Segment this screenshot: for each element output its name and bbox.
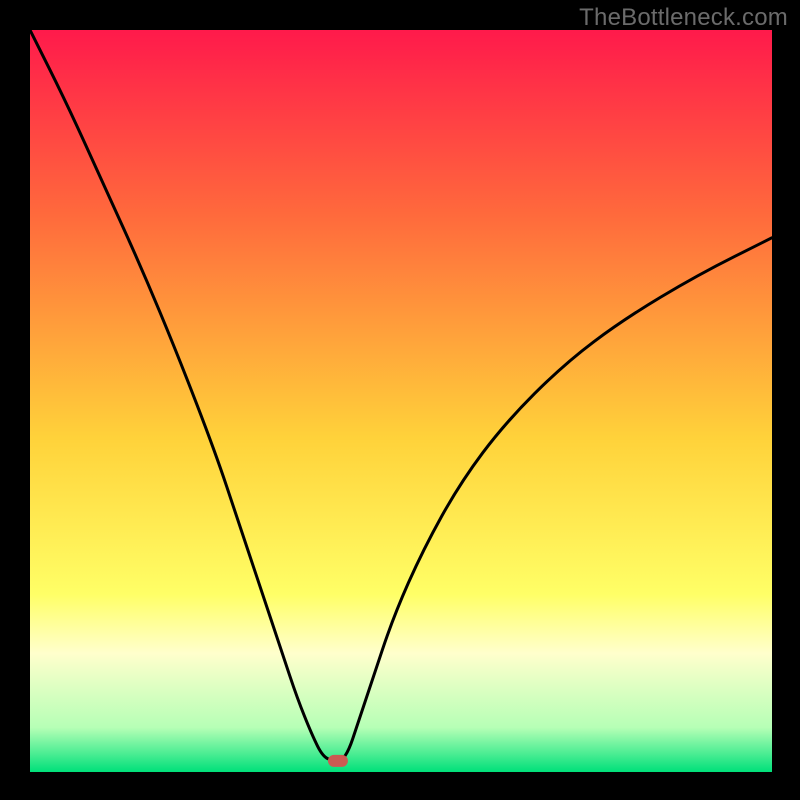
chart-frame: TheBottleneck.com	[0, 0, 800, 800]
optimal-point-marker	[328, 755, 348, 767]
chart-svg	[30, 30, 772, 772]
watermark-text: TheBottleneck.com	[579, 4, 788, 32]
plot-area	[30, 30, 772, 772]
gradient-background	[30, 30, 772, 772]
